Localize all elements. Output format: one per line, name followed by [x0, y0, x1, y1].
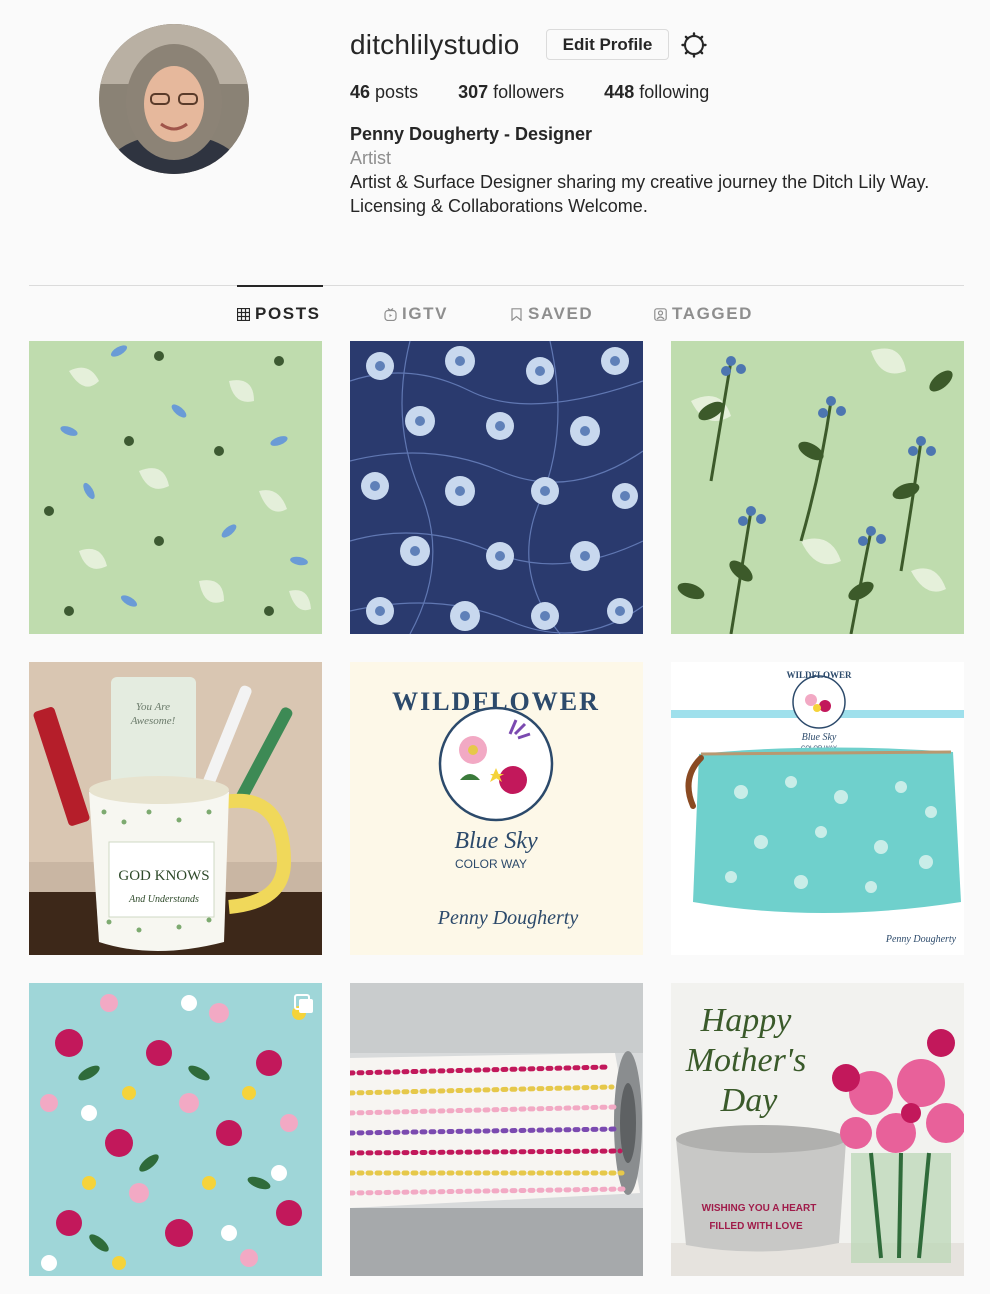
tab-igtv-label: IGTV — [402, 304, 449, 323]
grid-icon — [237, 307, 250, 321]
followers-stat[interactable]: 307 followers — [458, 82, 564, 103]
following-count: 448 — [604, 82, 635, 102]
posts-stat: 46 posts — [350, 82, 418, 103]
igtv-icon — [384, 307, 397, 321]
following-label: following — [639, 82, 710, 102]
mothers-day-text-1: Happy — [700, 1002, 793, 1039]
pouch-wildflower-title: WILDFLOWER — [786, 670, 852, 680]
mug-card-text-2: Awesome! — [130, 715, 176, 727]
profile-username: ditchlilystudio — [350, 29, 520, 60]
tag-icon — [654, 307, 667, 321]
tab-igtv[interactable]: IGTV — [384, 304, 448, 324]
active-tab-indicator — [237, 285, 323, 287]
pouch-signature: Penny Dougherty — [885, 934, 957, 945]
color-way-text: COLOR WAY — [455, 857, 527, 871]
post-thumbnail-zipper-pouch[interactable]: WILDFLOWER Blue Sky COLOR WAY Penny Doug… — [671, 662, 964, 955]
post-thumbnail-wrapping-paper-roll[interactable] — [350, 983, 643, 1276]
tab-posts-label: POSTS — [255, 304, 321, 323]
profile-tabs: POSTS IGTV SAVED TAGGED — [0, 304, 990, 328]
post-thumbnail-navy-floral-pattern[interactable] — [350, 341, 643, 634]
following-stat[interactable]: 448 following — [604, 82, 709, 103]
profile-bio: Penny Dougherty - Designer Artist Artist… — [350, 122, 960, 218]
tab-saved-label: SAVED — [528, 304, 594, 323]
profile-avatar[interactable] — [99, 24, 249, 174]
tab-tagged-label: TAGGED — [672, 304, 754, 323]
bio-category: Artist — [350, 148, 392, 168]
mug-card-text-1: You Are — [136, 701, 170, 713]
wishing-text-1: WISHING YOU A HEART — [702, 1203, 817, 1214]
followers-count: 307 — [458, 82, 489, 102]
signature-text: Penny Dougherty — [437, 907, 579, 929]
blue-sky-text: Blue Sky — [454, 828, 538, 854]
tab-posts[interactable]: POSTS — [237, 304, 321, 324]
post-thumbnail-mint-tulip-pattern[interactable] — [29, 341, 322, 634]
mug-text-god-knows: GOD KNOWS — [118, 868, 209, 884]
mothers-day-text-2: Mother's — [685, 1042, 807, 1079]
posts-count: 46 — [350, 82, 371, 102]
edit-profile-button[interactable]: Edit Profile — [546, 29, 669, 60]
tab-saved[interactable]: SAVED — [510, 304, 593, 324]
tab-tagged[interactable]: TAGGED — [654, 304, 753, 324]
followers-label: followers — [493, 82, 565, 102]
mug-text-understands: And Understands — [128, 894, 199, 905]
bio-name: Penny Dougherty - Designer — [350, 124, 593, 144]
post-thumbnail-mint-botanical-pattern[interactable] — [671, 341, 964, 634]
wishing-text-2: FILLED WITH LOVE — [709, 1221, 803, 1232]
profile-stats: 46 posts 307 followers 448 following — [350, 82, 749, 103]
mothers-day-text-3: Day — [720, 1082, 779, 1119]
post-thumbnail-mothers-day[interactable]: Happy Mother's Day WISHING YOU A HEART F… — [671, 983, 964, 1276]
tabs-divider — [29, 285, 964, 286]
post-thumbnail-mug-photo[interactable]: You Are Awesome! GOD KNOWS And Understan… — [29, 662, 322, 955]
post-thumbnail-wildflower-logo[interactable]: WILDFLOWER Blue Sky COLOR WAY Penny Doug… — [350, 662, 643, 955]
pouch-blue-sky: Blue Sky — [802, 732, 837, 743]
bio-text-line-1: Artist & Surface Designer sharing my cre… — [350, 172, 930, 192]
post-thumbnail-aqua-floral-carousel[interactable] — [29, 983, 322, 1276]
bio-text-line-2: Licensing & Collaborations Welcome. — [350, 196, 648, 216]
bookmark-icon — [511, 307, 522, 321]
posts-label: posts — [375, 82, 419, 102]
settings-gear-icon[interactable] — [680, 31, 708, 59]
